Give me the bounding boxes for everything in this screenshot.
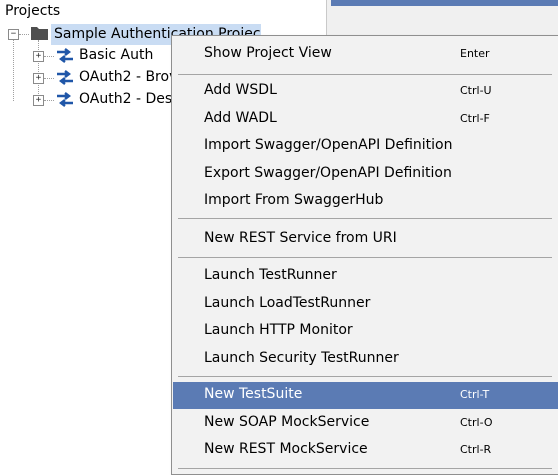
menu-separator — [178, 257, 552, 258]
menu-item-label: Add WSDL — [204, 82, 277, 98]
menu-separator — [178, 74, 552, 75]
menu-item-shortcut: Enter — [460, 47, 490, 60]
menu-item-label: Launch Security TestRunner — [204, 350, 399, 366]
rest-interface-icon — [57, 92, 73, 107]
menu-separator — [178, 218, 552, 219]
project-context-menu: Show Project View Enter Add WSDL Ctrl-U … — [171, 35, 558, 475]
menu-item-launch-testrunner[interactable]: Launch TestRunner — [173, 263, 558, 290]
menu-item-add-wsdl[interactable]: Add WSDL Ctrl-U — [173, 78, 558, 105]
tree-connector — [13, 40, 14, 101]
oauth2-browser-expand-toggle[interactable]: + — [33, 73, 44, 84]
tree-node-basic-auth[interactable]: Basic Auth — [79, 47, 153, 63]
tree-connector — [44, 56, 54, 57]
menu-item-export-swagger-openapi[interactable]: Export Swagger/OpenAPI Definition — [173, 161, 558, 188]
menu-item-label: New SOAP MockService — [204, 414, 370, 430]
tree-connector — [38, 40, 39, 102]
menu-item-new-soap-mockservice[interactable]: New SOAP MockService Ctrl-O — [173, 410, 558, 437]
menu-item-shortcut: Ctrl-F — [460, 112, 490, 125]
menu-item-add-wadl[interactable]: Add WADL Ctrl-F — [173, 106, 558, 133]
root-collapse-toggle[interactable]: − — [8, 29, 19, 40]
tree-connector — [44, 100, 54, 101]
menu-item-label: Launch LoadTestRunner — [204, 295, 371, 311]
project-folder-icon — [31, 27, 48, 40]
menu-item-label: Import Swagger/OpenAPI Definition — [204, 137, 453, 153]
menu-item-label: New REST MockService — [204, 441, 368, 457]
rest-interface-icon — [57, 48, 73, 63]
menu-item-show-project-view[interactable]: Show Project View Enter — [173, 41, 558, 68]
navigator-title: Projects — [5, 3, 61, 19]
editor-panel-header — [331, 0, 558, 6]
tree-connector — [44, 78, 54, 79]
menu-item-import-from-swaggerhub[interactable]: Import From SwaggerHub — [173, 188, 558, 215]
menu-item-label: Launch HTTP Monitor — [204, 322, 353, 338]
menu-item-shortcut: Ctrl-U — [460, 84, 492, 97]
menu-item-label: Show Project View — [204, 45, 332, 61]
basic-auth-expand-toggle[interactable]: + — [33, 51, 44, 62]
oauth2-desktop-expand-toggle[interactable]: + — [33, 95, 44, 106]
menu-item-label: New REST Service from URI — [204, 230, 397, 246]
tree-node-oauth2-browser[interactable]: OAuth2 - Brov — [79, 69, 177, 85]
menu-item-shortcut: Ctrl-O — [460, 416, 493, 429]
menu-item-launch-security-testrunner[interactable]: Launch Security TestRunner — [173, 346, 558, 373]
tree-connector — [19, 34, 29, 35]
menu-separator — [178, 468, 552, 469]
menu-item-label: Export Swagger/OpenAPI Definition — [204, 165, 452, 181]
menu-item-label: Launch TestRunner — [204, 267, 337, 283]
menu-item-launch-http-monitor[interactable]: Launch HTTP Monitor — [173, 318, 558, 345]
menu-separator — [178, 376, 552, 377]
menu-item-new-rest-mockservice[interactable]: New REST MockService Ctrl-R — [173, 437, 558, 464]
menu-item-new-testsuite[interactable]: New TestSuite Ctrl-T — [173, 382, 558, 409]
menu-item-label: Import From SwaggerHub — [204, 192, 384, 208]
tree-node-oauth2-desktop[interactable]: OAuth2 - Desl — [79, 91, 176, 107]
menu-item-new-rest-service-from-uri[interactable]: New REST Service from URI — [173, 226, 558, 253]
rest-interface-icon — [57, 70, 73, 85]
menu-item-import-swagger-openapi[interactable]: Import Swagger/OpenAPI Definition — [173, 133, 558, 160]
menu-item-label: Add WADL — [204, 110, 277, 126]
menu-item-shortcut: Ctrl-T — [460, 388, 490, 401]
menu-item-label: New TestSuite — [204, 386, 303, 402]
menu-item-shortcut: Ctrl-R — [460, 443, 492, 456]
menu-item-launch-loadtestrunner[interactable]: Launch LoadTestRunner — [173, 291, 558, 318]
